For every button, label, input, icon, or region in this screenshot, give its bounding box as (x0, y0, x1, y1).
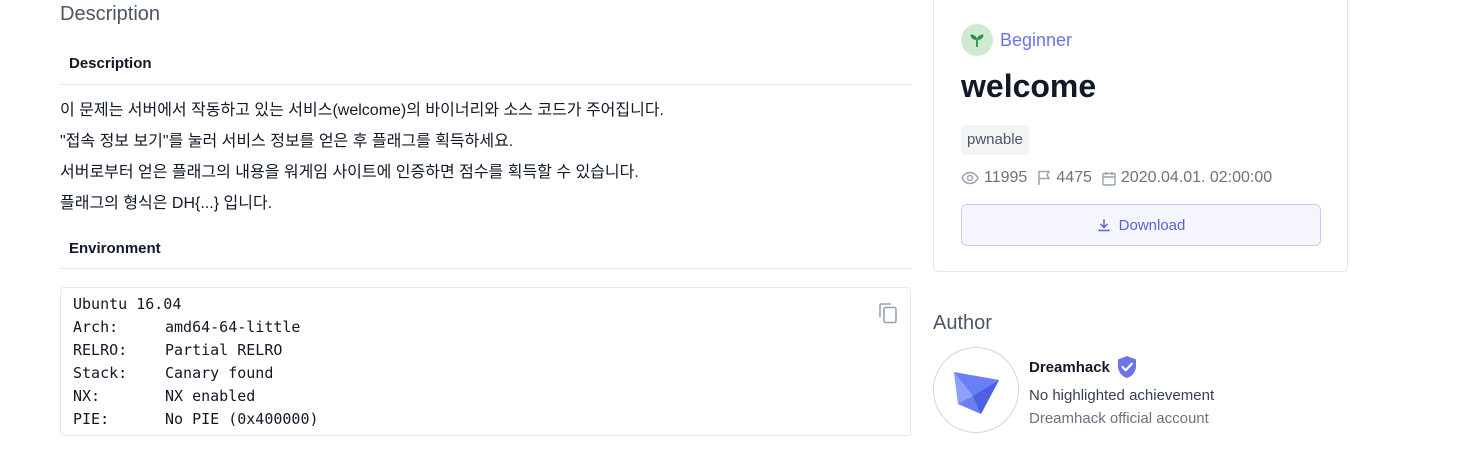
download-label: Download (1118, 216, 1186, 234)
level-indicator: Beginner (961, 24, 1072, 56)
solves-count: 4475 (1056, 169, 1092, 186)
challenge-sidebar: Beginner welcome pwnable 11995 4475 2020… (933, 0, 1348, 433)
environment-row: RELRO: Partial RELRO (73, 341, 898, 364)
description-line: 이 문제는 서버에서 작동하고 있는 서비스(welcome)의 바이너리와 소… (60, 102, 665, 119)
challenge-title: welcome (961, 68, 1097, 104)
environment-value: NX enabled (165, 387, 256, 405)
environment-os-line: Ubuntu 16.04 (73, 295, 182, 313)
solves-stat: 4475 (1037, 169, 1092, 187)
views-count: 11995 (984, 169, 1028, 186)
category-tag[interactable]: pwnable (961, 125, 1029, 155)
author-achievement: No highlighted achievement (1029, 387, 1215, 404)
challenge-card: Beginner welcome pwnable 11995 4475 2020… (933, 0, 1348, 272)
description-subheading: Description (60, 54, 911, 85)
level-label: Beginner (1000, 29, 1073, 50)
author-description: Dreamhack official account (1029, 410, 1209, 427)
author-section-title: Author (933, 312, 992, 334)
environment-value: amd64-64-little (165, 318, 301, 336)
environment-row: Arch: amd64-64-little (73, 318, 898, 341)
environment-row: PIE: No PIE (0x400000) (73, 410, 898, 433)
flag-icon (1038, 170, 1051, 185)
eye-icon (961, 171, 979, 185)
calendar-icon (1102, 171, 1116, 186)
environment-key: Stack: (73, 364, 128, 382)
description-section-title: Description (60, 3, 161, 25)
sprout-icon (961, 24, 993, 56)
challenge-meta: 11995 4475 2020.04.01. 02:00:00 (961, 169, 1282, 187)
views-stat: 11995 (961, 169, 1027, 187)
environment-value: Canary found (165, 364, 274, 382)
environment-subheading: Environment (60, 239, 911, 269)
avatar[interactable] (933, 347, 1019, 433)
download-icon (1098, 219, 1110, 232)
environment-value: No PIE (0x400000) (165, 410, 319, 428)
description-body: 이 문제는 서버에서 작동하고 있는 서비스(welcome)의 바이너리와 소… (60, 85, 911, 225)
environment-row: NX: NX enabled (73, 387, 898, 410)
description-line: 플래그의 형식은 DH{...} 입니다. (60, 195, 273, 212)
download-button[interactable]: Download (961, 204, 1321, 246)
environment-key: RELRO: (73, 341, 128, 359)
description-panel: Description Description 이 문제는 서버에서 작동하고 … (60, 0, 911, 436)
environment-value: Partial RELRO (165, 341, 283, 359)
environment-key: NX: (73, 387, 101, 405)
dreamhack-logo-icon (954, 372, 999, 414)
author-name-row: Dreamhack (1029, 355, 1138, 379)
copy-icon[interactable] (878, 302, 898, 324)
environment-row: Stack: Canary found (73, 364, 898, 387)
author-name[interactable]: Dreamhack (1029, 359, 1110, 376)
date-stat: 2020.04.01. 02:00:00 (1102, 169, 1272, 187)
verified-badge-icon (1117, 356, 1136, 378)
environment-key: Arch: (73, 318, 119, 336)
description-line: "접속 정보 보기"를 눌러 서비스 정보를 얻은 후 플래그를 획득하세요. (60, 133, 514, 150)
environment-code-block: Ubuntu 16.04 Arch: amd64-64-little RELRO:… (60, 287, 911, 436)
environment-key: PIE: (73, 410, 110, 428)
release-date: 2020.04.01. 02:00:00 (1120, 169, 1273, 186)
description-line: 서버로부터 얻은 플래그의 내용을 워게임 사이트에 인증하면 점수를 획득할 … (60, 164, 639, 181)
